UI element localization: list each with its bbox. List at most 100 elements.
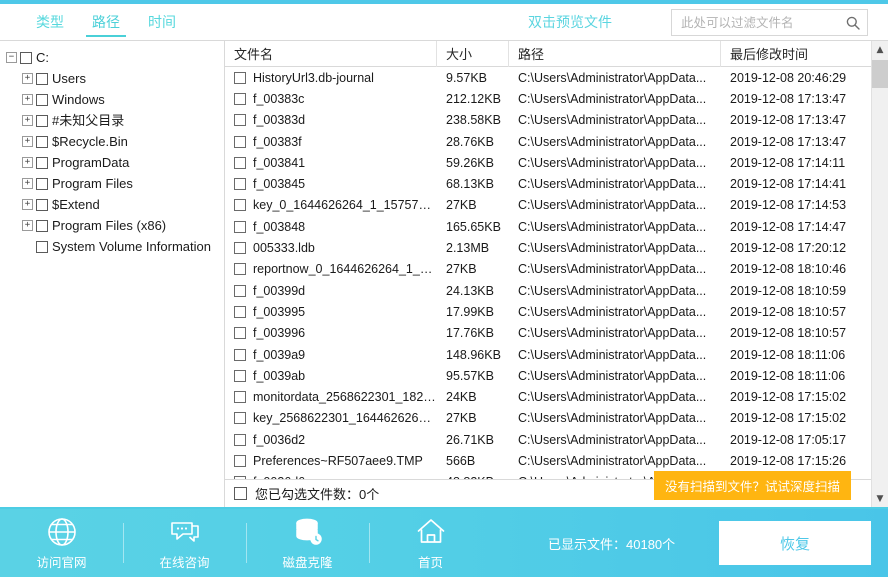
cell-filename-text: f_0036d2 <box>253 433 305 447</box>
table-row[interactable]: f_00399d24.13KBC:\Users\Administrator\Ap… <box>225 280 871 301</box>
tree-checkbox[interactable] <box>36 199 48 211</box>
cell-size-text: 27KB <box>446 262 477 276</box>
row-checkbox[interactable] <box>234 455 246 467</box>
online-consult-button[interactable]: 在线咨询 <box>123 509 246 577</box>
table-row[interactable]: reportnow_0_1644626264_1_15...27KBC:\Use… <box>225 259 871 280</box>
expand-icon[interactable]: + <box>22 136 33 147</box>
column-header-path[interactable]: 路径 <box>509 41 721 67</box>
cell-filename: key_0_1644626264_1_1575796... <box>225 195 437 216</box>
row-checkbox[interactable] <box>234 221 246 233</box>
column-header-filename[interactable]: 文件名 <box>225 41 437 67</box>
row-checkbox[interactable] <box>234 157 246 169</box>
home-button[interactable]: 首页 <box>369 509 492 577</box>
tree-checkbox[interactable] <box>20 52 32 64</box>
tree-checkbox[interactable] <box>36 241 48 253</box>
search-icon[interactable] <box>845 15 861 31</box>
deep-scan-button[interactable]: 没有扫描到文件？试试深度扫描 <box>654 471 851 500</box>
table-row[interactable]: f_0036d226.71KBC:\Users\Administrator\Ap… <box>225 429 871 450</box>
table-row[interactable]: f_0039a9148.96KBC:\Users\Administrator\A… <box>225 344 871 365</box>
tree-checkbox[interactable] <box>36 220 48 232</box>
tree-checkbox[interactable] <box>36 136 48 148</box>
expand-icon[interactable]: + <box>22 94 33 105</box>
tree-checkbox[interactable] <box>36 157 48 169</box>
tree-node[interactable]: +$Extend <box>0 194 224 215</box>
row-checkbox[interactable] <box>234 327 246 339</box>
search-box[interactable] <box>671 9 868 36</box>
scrollbar-track[interactable] <box>872 58 888 490</box>
row-checkbox[interactable] <box>234 349 246 361</box>
tab-type[interactable]: 类型 <box>22 4 78 40</box>
row-checkbox[interactable] <box>234 434 246 446</box>
cell-path: C:\Users\Administrator\AppData... <box>509 280 721 301</box>
expand-icon[interactable]: + <box>22 178 33 189</box>
cell-date-text: 2019-12-08 18:10:57 <box>730 326 846 340</box>
tree-node[interactable]: +Users <box>0 68 224 89</box>
tab-path[interactable]: 路径 <box>78 4 134 40</box>
tree-checkbox[interactable] <box>36 94 48 106</box>
row-checkbox[interactable] <box>234 370 246 382</box>
tree-node[interactable]: +$Recycle.Bin <box>0 131 224 152</box>
cell-size-text: 165.65KB <box>446 220 501 234</box>
home-icon <box>414 515 448 549</box>
row-checkbox[interactable] <box>234 476 246 479</box>
row-checkbox[interactable] <box>234 285 246 297</box>
select-all-checkbox[interactable] <box>234 487 247 500</box>
table-row[interactable]: f_00384159.26KBC:\Users\Administrator\Ap… <box>225 152 871 173</box>
table-row[interactable]: f_00384568.13KBC:\Users\Administrator\Ap… <box>225 173 871 194</box>
directory-tree-panel[interactable]: − C: +Users+Windows+#未知父目录+$Recycle.Bin+… <box>0 41 225 507</box>
tree-node[interactable]: +Program Files (x86) <box>0 215 224 236</box>
row-checkbox[interactable] <box>234 412 246 424</box>
row-checkbox[interactable] <box>234 263 246 275</box>
search-input[interactable] <box>681 16 845 30</box>
expand-icon[interactable]: + <box>22 220 33 231</box>
expand-icon[interactable]: + <box>22 73 33 84</box>
table-row[interactable]: 005333.ldb2.13MBC:\Users\Administrator\A… <box>225 237 871 258</box>
table-row[interactable]: key_2568622301_1644626264_...27KBC:\User… <box>225 408 871 429</box>
row-checkbox[interactable] <box>234 199 246 211</box>
collapse-icon[interactable]: − <box>6 52 17 63</box>
tree-node[interactable]: +Program Files <box>0 173 224 194</box>
tree-checkbox[interactable] <box>36 115 48 127</box>
expand-icon[interactable]: + <box>22 157 33 168</box>
recover-button[interactable]: 恢复 <box>719 521 871 565</box>
table-row[interactable]: f_0039ab95.57KBC:\Users\Administrator\Ap… <box>225 365 871 386</box>
row-checkbox[interactable] <box>234 136 246 148</box>
table-row[interactable]: key_0_1644626264_1_1575796...27KBC:\User… <box>225 195 871 216</box>
vertical-scrollbar[interactable]: ▲ ▼ <box>871 41 888 507</box>
column-header-size[interactable]: 大小 <box>437 41 509 67</box>
cell-path-text: C:\Users\Administrator\AppData... <box>518 177 706 191</box>
tree-node-root[interactable]: − C: <box>0 47 224 68</box>
tree-checkbox[interactable] <box>36 73 48 85</box>
table-row[interactable]: f_00383d238.58KBC:\Users\Administrator\A… <box>225 110 871 131</box>
tree-node[interactable]: +#未知父目录 <box>0 110 224 131</box>
table-row[interactable]: monitordata_2568622301_1823824KBC:\Users… <box>225 386 871 407</box>
table-row[interactable]: HistoryUrl3.db-journal9.57KBC:\Users\Adm… <box>225 67 871 88</box>
row-checkbox[interactable] <box>234 93 246 105</box>
scroll-up-icon[interactable]: ▲ <box>872 41 888 58</box>
table-row[interactable]: Preferences~RF507aee9.TMP566BC:\Users\Ad… <box>225 450 871 471</box>
scroll-down-icon[interactable]: ▼ <box>872 490 888 507</box>
tree-checkbox[interactable] <box>36 178 48 190</box>
column-header-date[interactable]: 最后修改时间 <box>721 41 871 67</box>
expand-icon[interactable]: + <box>22 199 33 210</box>
row-checkbox[interactable] <box>234 178 246 190</box>
tree-node[interactable]: +Windows <box>0 89 224 110</box>
row-checkbox[interactable] <box>234 114 246 126</box>
visit-website-button[interactable]: 访问官网 <box>0 509 123 577</box>
table-row[interactable]: f_00399517.99KBC:\Users\Administrator\Ap… <box>225 301 871 322</box>
row-checkbox[interactable] <box>234 72 246 84</box>
tree-node[interactable]: +ProgramData <box>0 152 224 173</box>
row-checkbox[interactable] <box>234 306 246 318</box>
table-row[interactable]: f_00399617.76KBC:\Users\Administrator\Ap… <box>225 323 871 344</box>
expand-icon[interactable]: + <box>22 115 33 126</box>
table-row[interactable]: f_003848165.65KBC:\Users\Administrator\A… <box>225 216 871 237</box>
tree-node[interactable]: System Volume Information <box>0 236 224 257</box>
row-checkbox[interactable] <box>234 391 246 403</box>
file-rows-viewport[interactable]: HistoryUrl3.db-journal9.57KBC:\Users\Adm… <box>225 67 871 479</box>
tab-time[interactable]: 时间 <box>134 4 190 40</box>
scrollbar-thumb[interactable] <box>872 60 888 88</box>
table-row[interactable]: f_00383f28.76KBC:\Users\Administrator\Ap… <box>225 131 871 152</box>
table-row[interactable]: f_00383c212.12KBC:\Users\Administrator\A… <box>225 88 871 109</box>
disk-clone-button[interactable]: 磁盘克隆 <box>246 509 369 577</box>
row-checkbox[interactable] <box>234 242 246 254</box>
